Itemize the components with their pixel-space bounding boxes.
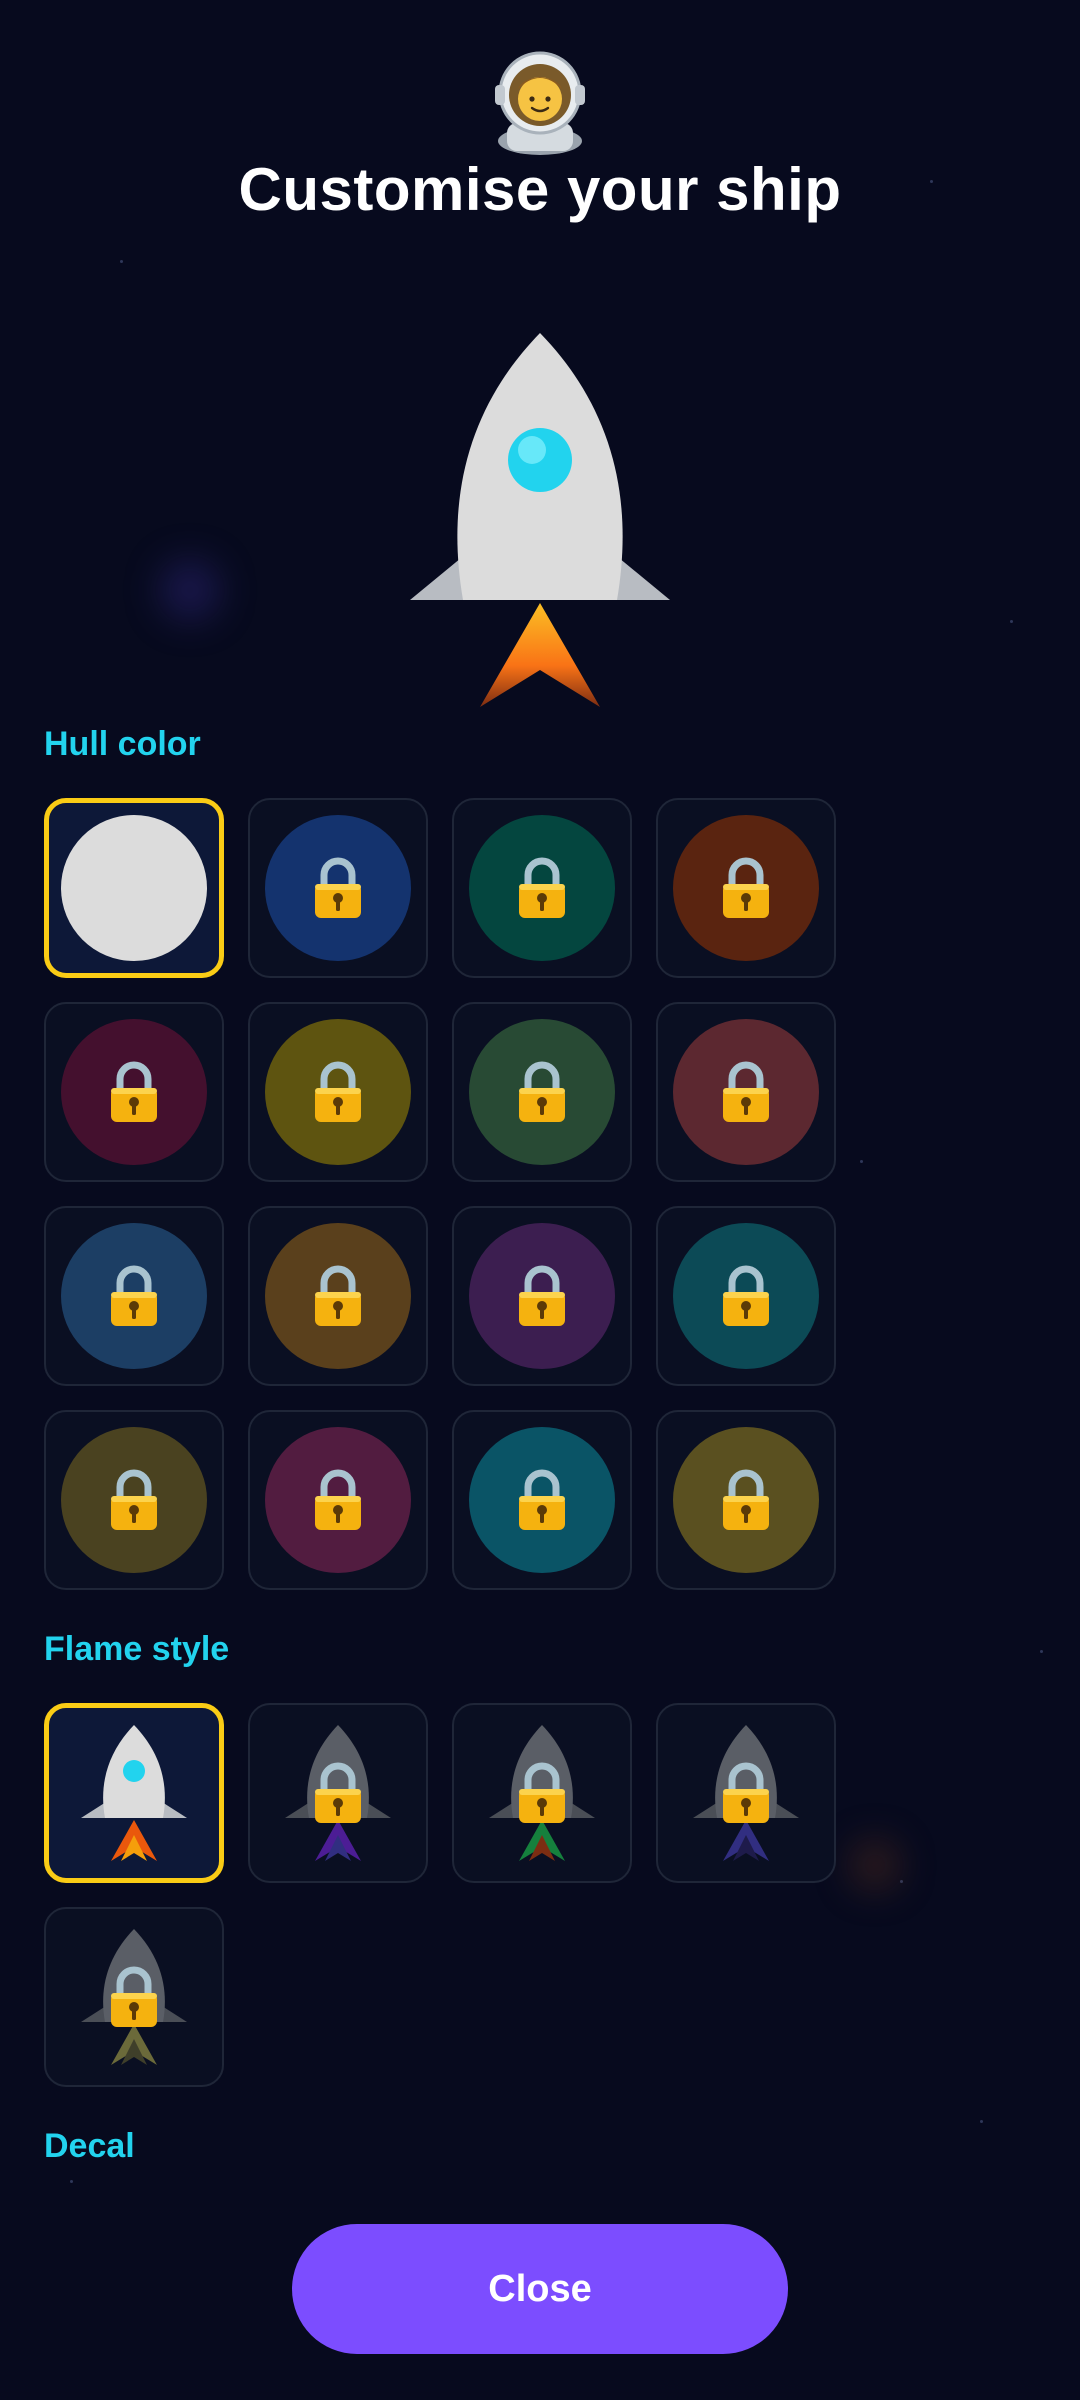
- lock-icon: [315, 1469, 361, 1530]
- lock-icon: [111, 1469, 157, 1530]
- lock-icon: [723, 1265, 769, 1326]
- lock-icon: [315, 857, 361, 918]
- flame-style-option[interactable]: [44, 1907, 224, 2087]
- hull-color-option[interactable]: [248, 1002, 428, 1182]
- hull-color-option[interactable]: [44, 798, 224, 978]
- hull-color-option[interactable]: [656, 1206, 836, 1386]
- lock-icon: [519, 1265, 565, 1326]
- hull-color-option[interactable]: [44, 1410, 224, 1590]
- hull-color-option[interactable]: [248, 798, 428, 978]
- ship-preview: [400, 325, 680, 715]
- hull-color-option[interactable]: [656, 798, 836, 978]
- flame-style-option[interactable]: [248, 1703, 428, 1883]
- lock-icon: [723, 1469, 769, 1530]
- lock-icon: [519, 1061, 565, 1122]
- hull-color-option[interactable]: [44, 1206, 224, 1386]
- rocket-icon: [81, 1725, 187, 1861]
- lock-icon: [315, 1061, 361, 1122]
- hull-color-option[interactable]: [44, 1002, 224, 1182]
- flame-style-heading: Flame style: [44, 1630, 230, 1668]
- hull-color-grid: [44, 798, 836, 1590]
- lock-icon: [723, 1061, 769, 1122]
- hull-color-option[interactable]: [452, 1410, 632, 1590]
- lock-icon: [111, 1061, 157, 1122]
- lock-icon: [111, 1265, 157, 1326]
- flame-style-option[interactable]: [656, 1703, 836, 1883]
- color-swatch: [61, 815, 207, 961]
- lock-icon: [519, 1762, 565, 1823]
- hull-color-option[interactable]: [452, 1002, 632, 1182]
- lock-icon: [723, 857, 769, 918]
- flame-style-option[interactable]: [452, 1703, 632, 1883]
- hull-color-option[interactable]: [248, 1410, 428, 1590]
- lock-icon: [519, 1469, 565, 1530]
- flame-style-option[interactable]: [44, 1703, 224, 1883]
- hull-color-option[interactable]: [656, 1410, 836, 1590]
- lock-icon: [111, 1966, 157, 2027]
- lock-icon: [315, 1265, 361, 1326]
- page-title: Customise your ship: [238, 156, 842, 223]
- flame-style-grid: [44, 1703, 836, 2087]
- hull-color-option[interactable]: [656, 1002, 836, 1182]
- lock-icon: [723, 1762, 769, 1823]
- lock-icon: [519, 857, 565, 918]
- close-button[interactable]: Close: [292, 2224, 788, 2354]
- astronaut-icon: [480, 40, 600, 160]
- lock-icon: [315, 1762, 361, 1823]
- hull-color-option[interactable]: [248, 1206, 428, 1386]
- hull-color-option[interactable]: [452, 1206, 632, 1386]
- hull-color-heading: Hull color: [44, 725, 201, 763]
- decal-heading: Decal: [44, 2127, 135, 2165]
- hull-color-option[interactable]: [452, 798, 632, 978]
